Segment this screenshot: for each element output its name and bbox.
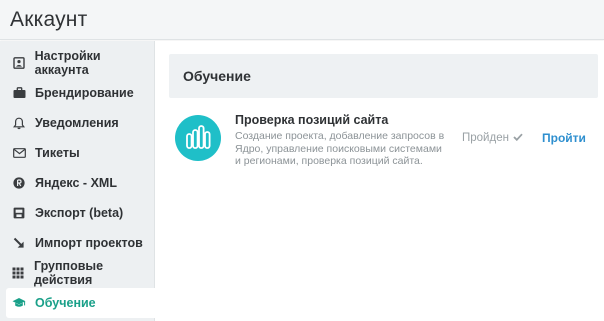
sidebar-item-import[interactable]: Импорт проектов [6,228,155,258]
sidebar-item-bulk-actions[interactable]: Групповые действия [6,258,155,288]
sidebar-item-tickets[interactable]: Тикеты [6,138,155,168]
sidebar-item-label: Тикеты [35,146,80,160]
sidebar-item-export[interactable]: Экспорт (beta) [6,198,155,228]
graduation-cap-icon [12,296,26,310]
position-check-logo-icon [175,115,221,161]
account-settings-icon [12,56,26,70]
sidebar-item-label: Обучение [35,296,96,310]
section-header: Обучение [169,54,598,98]
sidebar-item-branding[interactable]: Брендирование [6,78,155,108]
course-title: Проверка позиций сайта [235,113,389,127]
start-course-link[interactable]: Пройти [542,131,586,145]
sidebar-item-label: Групповые действия [33,259,104,287]
section-title: Обучение [183,68,251,84]
page-header: Аккаунт [0,0,604,40]
course-status: Пройден [462,132,523,144]
sidebar-item-label: Экспорт (beta) [35,206,124,220]
sidebar-item-notifications[interactable]: Уведомления [6,108,155,138]
briefcase-icon [12,86,26,100]
sidebar-item-label: Импорт проектов [35,236,143,250]
yandex-icon [12,176,26,190]
check-icon [513,132,523,144]
sidebar-item-yandex-xml[interactable]: Яндекс - XML [6,168,155,198]
sidebar-item-learning[interactable]: Обучение [6,288,155,318]
bell-icon [12,116,26,130]
status-label: Пройден [462,132,509,144]
sidebar-item-label: Уведомления [35,116,119,130]
import-arrow-icon [12,236,26,250]
course-item: Проверка позиций сайта Создание проекта,… [175,113,595,173]
main-content: Обучение Проверка позиций сайта Создание… [155,41,604,321]
sidebar-item-label: Брендирование [35,86,134,100]
envelope-icon [12,146,26,160]
grid-icon [12,266,25,280]
export-icon [12,206,26,220]
sidebar: Настройки аккаунта Брендирование Уведомл… [0,41,155,321]
sidebar-item-label: Яндекс - XML [35,176,117,190]
sidebar-item-account-settings[interactable]: Настройки аккаунта [6,48,155,78]
course-description: Создание проекта, добавление запросов в … [235,130,445,167]
page-title: Аккаунт [10,8,88,31]
sidebar-item-label: Настройки аккаунта [34,49,101,77]
